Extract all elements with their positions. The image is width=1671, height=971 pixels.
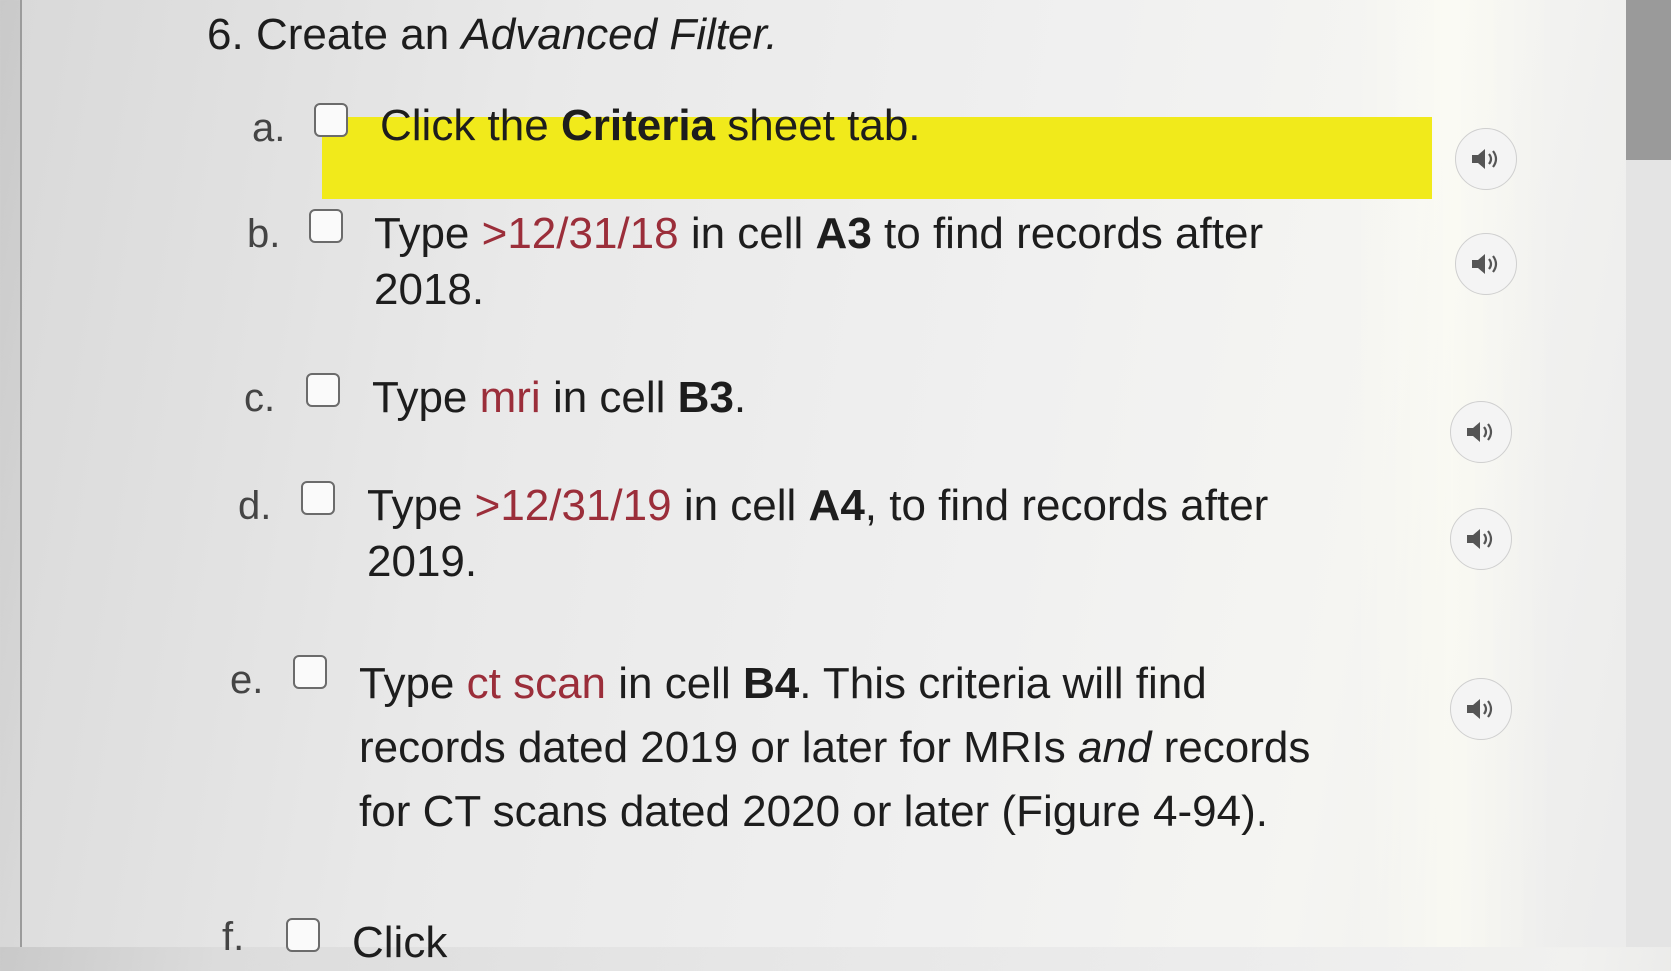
- step-e-letter: e.: [230, 658, 264, 702]
- speaker-icon[interactable]: [1450, 401, 1512, 463]
- checkbox-icon[interactable]: [301, 481, 335, 515]
- checkbox-icon[interactable]: [309, 209, 343, 243]
- step-f-letter: f.: [222, 915, 245, 959]
- step-a-text: Click the Criteria sheet tab.: [380, 101, 921, 150]
- speaker-icon[interactable]: [1450, 678, 1512, 740]
- instruction-page: 6. Create an Advanced Filter. a. Click t…: [20, 0, 1642, 967]
- step-d-text: Type >12/31/19 in cell A4, to find recor…: [367, 481, 1269, 586]
- heading-italic: Advanced Filter.: [461, 10, 778, 59]
- speaker-icon[interactable]: [1455, 128, 1517, 190]
- speaker-icon[interactable]: [1450, 508, 1512, 570]
- heading-text: Create an: [255, 10, 462, 59]
- step-b-text: Type >12/31/18 in cell A3 to find record…: [374, 209, 1264, 314]
- step-d-letter: d.: [238, 484, 272, 528]
- step-b-letter: b.: [247, 212, 281, 256]
- checkbox-icon[interactable]: [293, 655, 327, 689]
- heading-number: 6.: [207, 10, 244, 59]
- step-a-letter: a.: [252, 106, 286, 150]
- step-heading: 6. Create an Advanced Filter.: [207, 10, 778, 60]
- speaker-icon[interactable]: [1455, 233, 1517, 295]
- step-f-text: Click: [352, 918, 448, 967]
- step-c-letter: c.: [244, 376, 276, 420]
- step-c-text: Type mri in cell B3.: [372, 373, 747, 422]
- step-e-text: Type ct scan in cell B4. This criteria w…: [359, 659, 1311, 836]
- scrollbar-track[interactable]: [1626, 0, 1671, 947]
- scrollbar-thumb[interactable]: [1626, 0, 1671, 160]
- checkbox-icon[interactable]: [306, 373, 340, 407]
- checkbox-icon[interactable]: [314, 103, 348, 137]
